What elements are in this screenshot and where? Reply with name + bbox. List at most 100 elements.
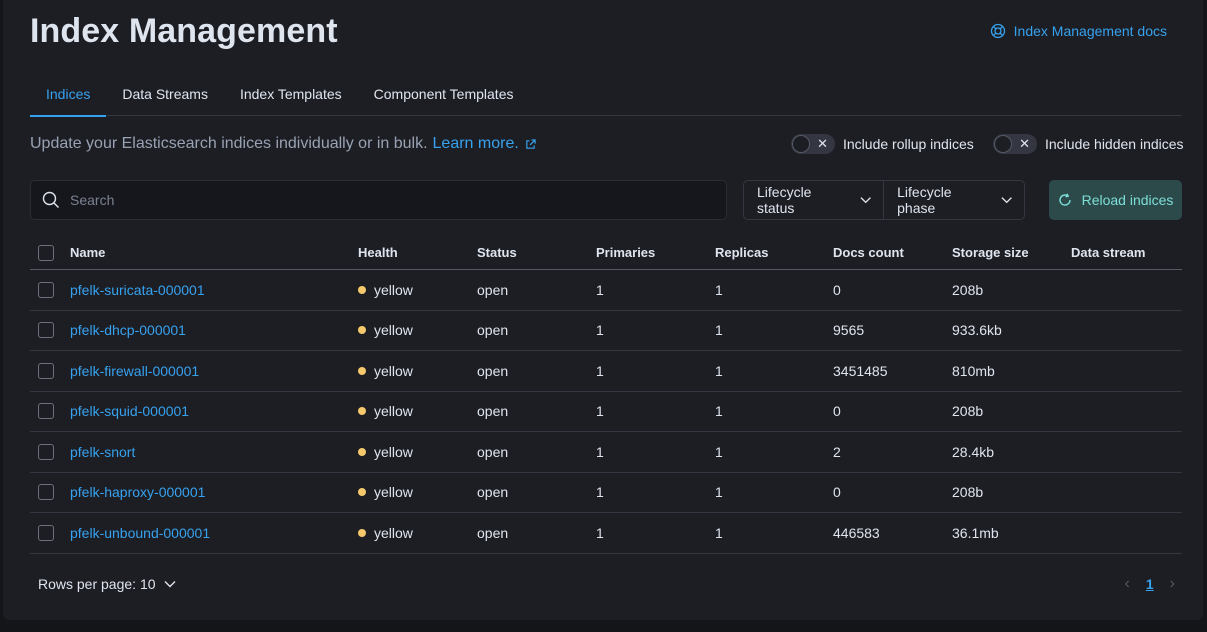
- row-checkbox[interactable]: [38, 524, 54, 541]
- close-icon: ✕: [817, 136, 828, 151]
- column-header-replicas[interactable]: Replicas: [715, 245, 833, 260]
- column-header-name[interactable]: Name: [70, 245, 358, 260]
- row-checkbox-cell: [30, 484, 70, 501]
- primaries-cell: 1: [596, 443, 604, 460]
- table-row: pfelk-squid-000001 yellow open 1 1 0 208…: [30, 392, 1182, 432]
- storage-size-cell: 810mb: [952, 362, 995, 379]
- lifecycle-status-filter[interactable]: Lifecycle status: [744, 181, 883, 219]
- table-row: pfelk-firewall-000001 yellow open 1 1 34…: [30, 351, 1182, 392]
- rows-per-page-selector[interactable]: Rows per page: 10: [38, 576, 176, 592]
- storage-size-cell: 36.1mb: [952, 524, 999, 541]
- index-name-link[interactable]: pfelk-unbound-000001: [70, 525, 210, 541]
- switch-knob: [792, 135, 810, 153]
- tab-bar: Indices Data Streams Index Templates Com…: [30, 72, 1182, 117]
- row-checkbox[interactable]: [38, 443, 54, 460]
- index-name-link[interactable]: pfelk-snort: [70, 444, 135, 460]
- page-number-button[interactable]: 1: [1146, 576, 1154, 592]
- column-header-data-stream[interactable]: Data stream: [1071, 245, 1182, 260]
- tab-index-templates[interactable]: Index Templates: [224, 72, 358, 116]
- docs-link-label: Index Management docs: [1013, 23, 1167, 39]
- index-name-cell: pfelk-firewall-000001: [70, 363, 358, 379]
- index-name-cell: pfelk-dhcp-000001: [70, 322, 358, 338]
- health-cell: yellow: [358, 484, 477, 500]
- row-checkbox[interactable]: [38, 362, 54, 379]
- index-name-cell: pfelk-haproxy-000001: [70, 484, 358, 500]
- include-hidden-switch[interactable]: ✕: [993, 134, 1037, 154]
- replicas-cell: 1: [715, 524, 723, 541]
- main-panel: Index Management Index Management docs I…: [3, 0, 1203, 620]
- replicas-cell: 1: [715, 362, 723, 379]
- table-row: pfelk-dhcp-000001 yellow open 1 1 9565 9…: [30, 311, 1182, 351]
- rows-per-page-label: Rows per page: 10: [38, 576, 156, 592]
- index-name-link[interactable]: pfelk-firewall-000001: [70, 363, 199, 379]
- indices-table: Name Health Status Primaries Replicas Do…: [30, 236, 1182, 554]
- health-cell: yellow: [358, 282, 477, 298]
- rollup-toggle-group: ✕ Include rollup indices: [791, 134, 974, 154]
- health-status-dot: [358, 488, 366, 497]
- health-status-dot: [358, 447, 366, 456]
- external-link-icon: [526, 138, 536, 149]
- index-name-link[interactable]: pfelk-haproxy-000001: [70, 484, 205, 500]
- health-label: yellow: [374, 322, 413, 339]
- column-header-health[interactable]: Health: [358, 245, 477, 260]
- health-status-dot: [358, 326, 366, 335]
- help-lifebuoy-icon: [990, 23, 1005, 39]
- primaries-cell: 1: [596, 484, 604, 501]
- index-name-link[interactable]: pfelk-squid-000001: [70, 403, 189, 419]
- row-checkbox[interactable]: [38, 403, 54, 420]
- include-rollup-switch[interactable]: ✕: [791, 134, 835, 154]
- storage-size-cell: 933.6kb: [952, 322, 1002, 339]
- column-header-primaries[interactable]: Primaries: [596, 245, 715, 260]
- health-label: yellow: [374, 443, 413, 460]
- index-name-link[interactable]: pfelk-suricata-000001: [70, 282, 205, 298]
- docs-count-cell: 9565: [833, 322, 865, 339]
- pagination: ‹ 1 ›: [1125, 575, 1175, 593]
- table-row: pfelk-suricata-000001 yellow open 1 1 0 …: [30, 270, 1182, 311]
- lifecycle-phase-label: Lifecycle phase: [897, 184, 952, 216]
- reload-indices-button[interactable]: Reload indices: [1049, 180, 1182, 220]
- replicas-cell: 1: [715, 443, 723, 460]
- status-cell: open: [477, 484, 509, 501]
- health-label: yellow: [374, 362, 413, 379]
- column-header-docs-count[interactable]: Docs count: [833, 245, 952, 260]
- header-checkbox-cell: [30, 244, 70, 261]
- index-name-cell: pfelk-squid-000001: [70, 403, 358, 419]
- index-name-cell: pfelk-snort: [70, 444, 358, 460]
- chevron-down-icon: [1001, 197, 1012, 204]
- docs-count-cell: 0: [833, 281, 841, 298]
- column-header-status[interactable]: Status: [477, 245, 596, 260]
- column-header-storage-size[interactable]: Storage size: [952, 245, 1071, 260]
- lifecycle-phase-filter[interactable]: Lifecycle phase: [883, 181, 1024, 219]
- row-checkbox[interactable]: [38, 322, 54, 339]
- tab-component-templates[interactable]: Component Templates: [358, 72, 530, 116]
- hidden-toggle-group: ✕ Include hidden indices: [993, 134, 1184, 154]
- docs-count-cell: 3451485: [833, 362, 888, 379]
- docs-link[interactable]: Index Management docs: [990, 23, 1167, 39]
- description: Update your Elasticsearch indices indivi…: [30, 135, 536, 153]
- docs-count-cell: 0: [833, 403, 841, 420]
- tab-data-streams[interactable]: Data Streams: [106, 72, 224, 116]
- health-cell: yellow: [358, 403, 477, 419]
- previous-page-icon[interactable]: ‹: [1125, 575, 1130, 593]
- row-checkbox-cell: [30, 403, 70, 420]
- learn-more-link[interactable]: Learn more.: [433, 135, 519, 153]
- chevron-down-icon: [164, 581, 176, 588]
- tab-indices[interactable]: Indices: [30, 72, 107, 117]
- storage-size-cell: 28.4kb: [952, 443, 995, 460]
- table-row: pfelk-snort yellow open 1 1 2 28.4kb: [30, 432, 1182, 473]
- storage-size-cell: 208b: [952, 281, 984, 298]
- row-checkbox[interactable]: [38, 281, 54, 298]
- row-checkbox-cell: [30, 362, 70, 379]
- description-text: Update your Elasticsearch indices indivi…: [30, 135, 428, 152]
- health-status-dot: [358, 366, 366, 375]
- health-cell: yellow: [358, 444, 477, 460]
- row-checkbox[interactable]: [38, 484, 54, 501]
- health-label: yellow: [374, 524, 413, 541]
- health-label: yellow: [374, 281, 413, 298]
- status-cell: open: [477, 362, 509, 379]
- row-checkbox-cell: [30, 281, 70, 298]
- search-input[interactable]: [70, 192, 670, 208]
- select-all-checkbox[interactable]: [38, 244, 54, 261]
- next-page-icon[interactable]: ›: [1170, 575, 1175, 593]
- index-name-link[interactable]: pfelk-dhcp-000001: [70, 322, 186, 338]
